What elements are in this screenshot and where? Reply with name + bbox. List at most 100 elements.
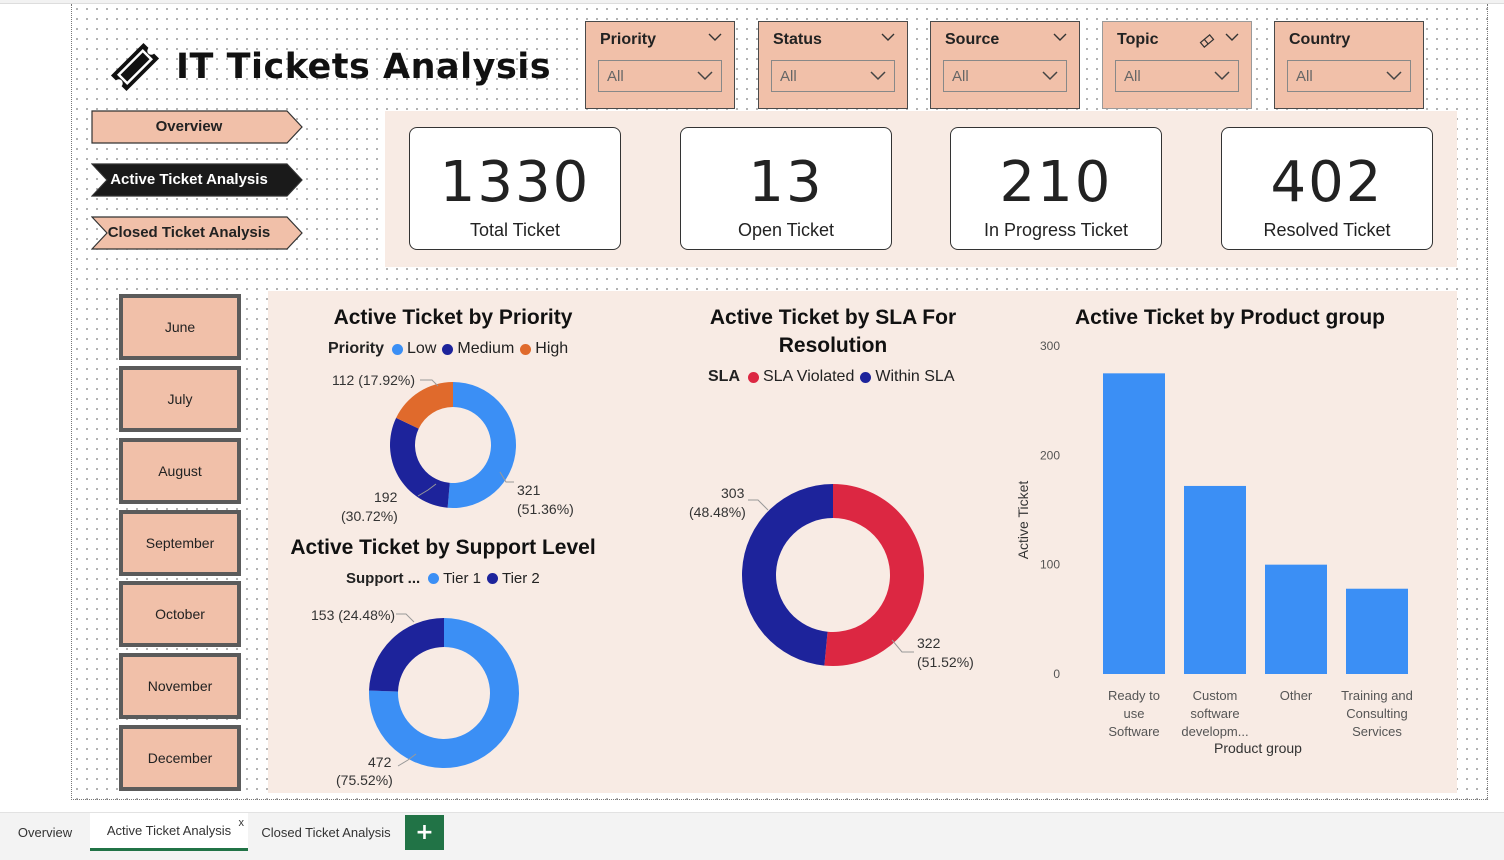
slicer-title: Priority — [600, 31, 657, 48]
bar-1[interactable] — [1184, 485, 1246, 674]
plus-icon: + — [415, 820, 434, 845]
chevron-down-icon — [1214, 71, 1230, 81]
dropdown-value: All — [952, 68, 969, 85]
leader-lines — [396, 613, 417, 767]
chevron-down-icon[interactable] — [708, 32, 722, 42]
kpi-label: In Progress Ticket — [983, 220, 1129, 240]
x-tick-label: use — [1124, 706, 1145, 721]
month-label: September — [145, 535, 215, 551]
dropdown-value: All — [1296, 68, 1313, 85]
bar-3[interactable] — [1346, 588, 1408, 674]
tab-closed-ticket-analysis[interactable]: Closed Ticket Analysis — [248, 813, 404, 851]
x-tick-label: Consulting — [1346, 706, 1407, 721]
tab-label: Overview — [17, 824, 73, 840]
kpi-label: Total Ticket — [469, 220, 561, 240]
status-dropdown[interactable]: All — [771, 60, 895, 92]
x-tick-label: Software — [1108, 724, 1159, 739]
data-label-within-pct: (48.48%) — [689, 504, 746, 520]
kpi-label: Open Ticket — [737, 220, 835, 240]
month-button-july[interactable]: July — [119, 366, 241, 432]
slicer-title: Source — [945, 31, 1000, 48]
country-dropdown[interactable]: All — [1287, 60, 1411, 92]
legend-item-tier1[interactable]: Tier 1 — [428, 570, 481, 587]
month-button-october[interactable]: October — [119, 581, 241, 647]
month-button-september[interactable]: September — [119, 510, 241, 576]
legend-item-tier2[interactable]: Tier 2 — [486, 570, 540, 587]
x-tick-label: Training and — [1341, 688, 1413, 703]
kpi-value: 402 — [1270, 150, 1384, 215]
legend-item-sla-violated[interactable]: SLA Violated — [748, 368, 854, 386]
data-label-tier2: 153 (24.48%) — [311, 607, 396, 623]
data-label-tier1-pct: (75.52%) — [336, 772, 393, 788]
bar-0[interactable] — [1103, 373, 1165, 674]
legend-label: SLA Violated — [763, 368, 855, 385]
slicer-title: Country — [1289, 31, 1351, 48]
kpi-card-total: 1330 Total Ticket — [409, 127, 621, 250]
legend-label: Tier 1 — [443, 570, 481, 587]
data-label-low-value: 321 — [517, 482, 541, 498]
bar-2[interactable] — [1265, 564, 1327, 674]
data-label-high: 112 (17.92%) — [332, 372, 416, 388]
data-label-low-pct: (51.36%) — [517, 501, 574, 517]
chevron-down-icon — [1042, 71, 1058, 81]
legend-label: Tier 2 — [501, 570, 540, 587]
legend-marker — [486, 573, 498, 584]
topic-dropdown[interactable]: All — [1115, 60, 1239, 92]
add-page-button[interactable]: + — [405, 815, 444, 850]
legend-title: SLA — [708, 368, 740, 385]
chevron-down-icon[interactable] — [881, 32, 895, 42]
chevron-down-icon — [697, 71, 713, 81]
product-bar-chart[interactable]: 0 100 200 300 Active Ticket Ready to use Softwa… — [1000, 330, 1450, 760]
kpi-value: 210 — [999, 150, 1113, 215]
chevron-down-icon[interactable] — [1053, 32, 1067, 42]
close-icon[interactable]: x — [239, 817, 245, 829]
overview-nav-button[interactable]: Overview — [91, 110, 303, 144]
status-slicer[interactable]: Status All — [758, 21, 908, 109]
legend-item-high[interactable]: High — [520, 340, 568, 358]
priority-chart-title: Active Ticket by Priority — [333, 306, 573, 329]
x-tick-label: software — [1190, 706, 1239, 721]
closed-ticket-nav-button[interactable]: Closed Ticket Analysis — [91, 216, 303, 250]
priority-dropdown[interactable]: All — [598, 60, 722, 92]
dropdown-value: All — [607, 68, 624, 85]
tab-active-ticket-analysis[interactable]: Active Ticket Analysis x — [90, 813, 248, 851]
x-tick-label: Ready to — [1108, 688, 1160, 703]
y-tick-label: 0 — [1053, 667, 1060, 681]
chevron-down-icon[interactable] — [1225, 32, 1239, 42]
priority-slicer[interactable]: Priority All — [585, 21, 735, 109]
report-title: IT Tickets Analysis — [176, 47, 552, 87]
data-label-violated-pct: (51.52%) — [917, 654, 974, 670]
report-header: IT Tickets Analysis — [106, 38, 551, 96]
month-button-august[interactable]: August — [119, 438, 241, 504]
legend-title: Support ... — [346, 570, 421, 587]
month-button-june[interactable]: June — [119, 294, 241, 360]
source-slicer[interactable]: Source All — [930, 21, 1080, 109]
data-label-medium-value: 192 — [374, 489, 398, 505]
tab-overview[interactable]: Overview — [0, 813, 90, 851]
month-button-november[interactable]: November — [119, 653, 241, 719]
leader-lines — [499, 471, 514, 483]
tab-label: Active Ticket Analysis — [106, 823, 232, 838]
legend-item-within-sla[interactable]: Within SLA — [860, 368, 954, 386]
leader-lines — [748, 499, 769, 511]
legend-item-medium[interactable]: Medium — [442, 340, 514, 358]
kpi-card-open: 13 Open Ticket — [680, 127, 892, 250]
x-axis-title: Product group — [1214, 740, 1302, 756]
country-slicer[interactable]: Country All — [1274, 21, 1424, 109]
legend-item-low[interactable]: Low — [392, 340, 436, 358]
report-canvas: IT Tickets Analysis Priority All Status … — [0, 0, 1504, 860]
month-button-december[interactable]: December — [119, 725, 241, 791]
active-ticket-nav-button[interactable]: Active Ticket Analysis — [91, 163, 303, 197]
eraser-icon[interactable] — [1199, 34, 1215, 48]
data-label-medium-pct: (30.72%) — [341, 508, 398, 524]
y-tick-label: 300 — [1040, 339, 1060, 353]
legend-label: Low — [407, 340, 437, 357]
leader-lines — [891, 639, 914, 653]
kpi-card-resolved: 402 Resolved Ticket — [1221, 127, 1433, 250]
x-tick-label: Other — [1280, 688, 1313, 703]
source-dropdown[interactable]: All — [943, 60, 1067, 92]
month-label: October — [155, 606, 205, 622]
data-label-within-value: 303 — [721, 485, 745, 501]
topic-slicer[interactable]: Topic All — [1102, 21, 1252, 109]
sla-legend: SLA SLA Violated Within SLA — [708, 368, 960, 386]
